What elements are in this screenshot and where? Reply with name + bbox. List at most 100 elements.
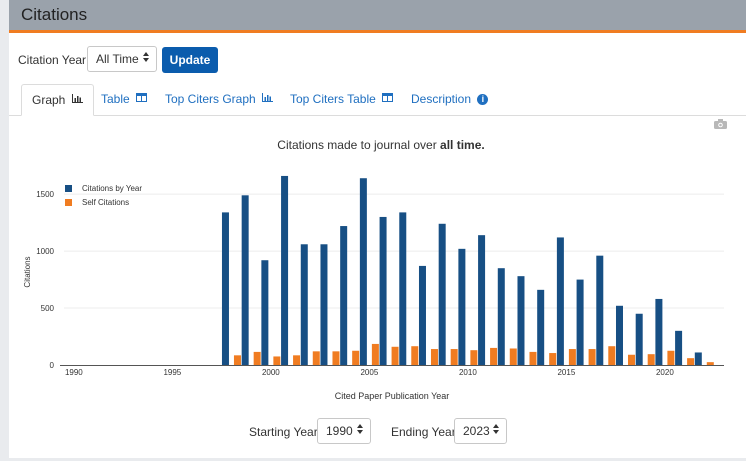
citations-bar — [635, 313, 643, 365]
table-icon — [382, 85, 394, 115]
citations-bar — [478, 235, 486, 365]
legend-swatch — [65, 185, 72, 192]
bar-chart-icon — [262, 85, 274, 115]
tab-label: Table — [101, 92, 130, 106]
starting-year-value: 1990 — [326, 424, 353, 438]
info-icon: i — [477, 94, 489, 106]
citations-bar — [556, 237, 564, 365]
x-tick-label: 1995 — [163, 368, 181, 377]
citations-bar — [497, 268, 505, 365]
citations-bar — [596, 255, 604, 365]
self-citations-bar — [568, 349, 576, 365]
x-tick-label: 1990 — [65, 368, 83, 377]
self-citations-bar — [450, 349, 458, 365]
self-citations-bar — [332, 351, 340, 365]
x-axis: 1990 1995 2000 2005 2010 2015 2020 — [65, 368, 674, 377]
tab-bar: Graph Table Top Citers Graph Top Citers … — [9, 84, 746, 116]
chart-title: Citations made to journal over all time. — [277, 138, 484, 152]
x-tick-label: 2020 — [656, 368, 674, 377]
citations-bar — [359, 178, 367, 365]
self-citations-bar — [706, 362, 714, 365]
x-tick-label: 2005 — [360, 368, 378, 377]
x-axis-label: Cited Paper Publication Year — [335, 391, 450, 401]
legend-label: Self Citations — [82, 198, 129, 207]
self-citations-bar — [687, 358, 695, 365]
chart-legend: Citations by Year Self Citations — [65, 184, 142, 207]
tab-label: Top Citers Graph — [165, 92, 256, 106]
self-citations-bar — [588, 349, 596, 365]
bar-series — [221, 175, 714, 365]
y-tick-label: 0 — [50, 361, 55, 370]
self-citations-bar — [627, 354, 635, 365]
self-citations-bar — [352, 350, 360, 365]
citations-bar — [379, 216, 387, 365]
citations-bar — [537, 289, 545, 365]
citation-year-value: All Time — [96, 52, 139, 66]
self-citations-bar — [490, 347, 498, 365]
citations-bar — [221, 212, 229, 365]
y-axis: 0 500 1000 1500 — [36, 190, 54, 370]
starting-year-select[interactable]: 1990 — [317, 418, 371, 444]
citations-panel: Citations Citation Year All Time Update … — [9, 0, 746, 458]
tab-top-citers-graph[interactable]: Top Citers Graph — [165, 84, 274, 115]
self-citations-bar — [312, 351, 320, 365]
tab-label: Description — [411, 92, 472, 106]
citations-bar — [261, 260, 269, 365]
self-citations-bar — [233, 355, 241, 365]
y-tick-label: 500 — [41, 304, 55, 313]
ending-year-select[interactable]: 2023 — [454, 418, 507, 444]
self-citations-bar — [529, 351, 537, 365]
citations-bar — [694, 352, 702, 365]
self-citations-bar — [253, 351, 261, 365]
self-citations-bar — [411, 346, 419, 365]
citations-bar — [458, 248, 466, 365]
legend-swatch — [65, 199, 72, 206]
citations-bar — [340, 226, 348, 365]
self-citations-bar — [293, 355, 301, 365]
citation-year-label: Citation Year — [18, 53, 87, 67]
citations-bar — [300, 244, 308, 365]
select-caret-icon — [357, 424, 363, 436]
tab-description[interactable]: Description i — [411, 84, 489, 115]
citations-bar — [675, 330, 683, 365]
tab-top-citers-table[interactable]: Top Citers Table — [290, 84, 394, 115]
select-caret-icon — [493, 424, 499, 436]
tab-label: Top Citers Table — [290, 92, 376, 106]
y-tick-label: 1000 — [36, 247, 54, 256]
ending-year-label: Ending Year — [391, 425, 456, 439]
starting-year-label: Starting Year — [249, 425, 318, 439]
chart-grid — [60, 193, 724, 366]
citations-bar — [615, 305, 623, 365]
y-axis-label: Citations — [23, 256, 32, 287]
self-citations-bar — [430, 349, 438, 365]
update-button[interactable]: Update — [162, 47, 218, 73]
citations-bar — [320, 244, 328, 365]
select-caret-icon — [143, 52, 149, 64]
y-tick-label: 1500 — [36, 190, 54, 199]
self-citations-bar — [647, 354, 655, 365]
camera-icon[interactable] — [714, 119, 727, 129]
citations-bar — [418, 265, 426, 365]
citations-bar — [281, 175, 289, 365]
citations-bar — [576, 279, 584, 365]
x-tick-label: 2010 — [459, 368, 477, 377]
panel-header: Citations — [9, 0, 746, 33]
citations-bar — [655, 298, 663, 365]
tab-table[interactable]: Table — [101, 84, 148, 115]
bar-chart-icon — [71, 86, 83, 116]
self-citations-bar — [391, 346, 399, 365]
self-citations-bar — [549, 353, 557, 365]
legend-label: Citations by Year — [82, 184, 142, 193]
self-citations-bar — [509, 348, 517, 365]
self-citations-bar — [273, 356, 281, 365]
tab-graph[interactable]: Graph — [21, 84, 94, 116]
table-icon — [136, 85, 148, 115]
citations-bar — [438, 223, 446, 365]
citations-bar — [399, 212, 407, 365]
citations-bar — [517, 276, 525, 365]
x-tick-label: 2015 — [557, 368, 575, 377]
citation-year-select[interactable]: All Time — [87, 46, 157, 72]
citations-chart: Citations made to journal over all time.… — [23, 138, 724, 401]
ending-year-value: 2023 — [463, 424, 490, 438]
panel-title: Citations — [21, 5, 88, 24]
